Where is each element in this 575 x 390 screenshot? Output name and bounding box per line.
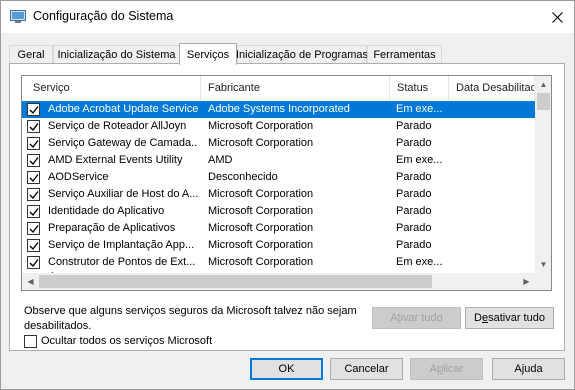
system-config-window: Configuração do Sistema Geral Inicializa… (0, 0, 575, 390)
service-status: Parado (396, 205, 432, 217)
service-manufacturer: Microsoft Corporation (208, 137, 314, 149)
apply-button[interactable]: Ap licar (410, 358, 483, 380)
close-button[interactable] (544, 5, 570, 29)
tab-boot[interactable]: Inicialização do Sistema (53, 45, 180, 64)
service-enabled-checkbox[interactable] (27, 188, 40, 201)
service-date-disabled (449, 220, 533, 237)
services-panel: Serviço Fabricante Status Data Desabilit… (9, 63, 565, 351)
tab-general[interactable]: Geral (9, 45, 53, 64)
service-enabled-checkbox[interactable] (27, 120, 40, 133)
hide-microsoft-services-check[interactable] (24, 334, 37, 348)
service-name: AODService (48, 171, 109, 183)
service-status: Parado (396, 137, 432, 149)
titlebar: Configuração do Sistema (1, 1, 574, 33)
tab-tools[interactable]: Ferramentas (367, 45, 442, 64)
service-name: Identidade do Aplicativo (48, 205, 165, 217)
service-enabled-checkbox[interactable] (27, 171, 40, 184)
service-status: Em exe... (396, 256, 443, 268)
service-name: AMD External Events Utility (48, 154, 183, 166)
table-row[interactable]: AMD External Events Utility AMD Em exe... (22, 152, 535, 169)
table-row[interactable]: Adobe Acrobat Update Service Adobe System… (22, 101, 535, 118)
service-enabled-checkbox[interactable] (27, 222, 40, 235)
service-enabled-checkbox[interactable] (27, 154, 40, 167)
service-date-disabled (449, 135, 533, 152)
services-note: Observe que alguns serviços seguros da M… (24, 305, 357, 332)
service-manufacturer: Microsoft Corporation (208, 188, 314, 200)
service-name: Serviço Auxiliar de Host do A... (48, 188, 198, 200)
horizontal-scroll-thumb[interactable] (39, 275, 432, 288)
scroll-right-arrow-icon[interactable]: ▶ (518, 273, 535, 290)
service-name: Serviço Gateway de Camada... (48, 137, 198, 149)
scroll-up-arrow-icon[interactable]: ▲ (535, 76, 551, 93)
service-manufacturer: Microsoft Corporation (208, 120, 314, 132)
column-header-service[interactable]: Serviço (22, 76, 201, 100)
service-enabled-checkbox[interactable] (27, 205, 40, 218)
vertical-scroll-thumb[interactable] (537, 93, 550, 110)
ok-button[interactable]: OK (250, 358, 323, 380)
hide-microsoft-services-label: Ocultar todos os serviços Microsoft (41, 335, 213, 347)
horizontal-scrollbar[interactable]: ◀ ▶ (22, 273, 535, 290)
tab-startup[interactable]: Inicialização de Programas (236, 45, 368, 64)
column-header-manufacturer[interactable]: Fabricante (201, 76, 390, 100)
close-icon (551, 11, 563, 23)
table-row[interactable]: Identidade do Aplicativo Microsoft Corpor… (22, 203, 535, 220)
column-header-status[interactable]: Status (390, 76, 449, 100)
service-date-disabled (449, 237, 533, 254)
service-name: Construtor de Pontos de Ext... (48, 256, 196, 268)
tab-services[interactable]: Serviços (179, 43, 237, 65)
service-name: Preparação de Aplicativos (48, 222, 176, 234)
services-list[interactable]: Serviço Fabricante Status Data Desabilit… (21, 75, 552, 291)
disable-all-button[interactable]: De sativar tudo (465, 307, 554, 329)
help-button[interactable]: Aj uda (492, 358, 565, 380)
service-enabled-checkbox[interactable] (27, 239, 40, 252)
service-status: Parado (396, 120, 432, 132)
service-enabled-checkbox[interactable] (27, 256, 40, 269)
service-manufacturer: Desconhecido (208, 171, 278, 183)
service-status: Parado (396, 171, 432, 183)
service-manufacturer: Adobe Systems Incorporated (208, 103, 350, 115)
column-header-date-disabled[interactable]: Data Desabilitad (449, 76, 535, 100)
service-date-disabled (449, 203, 533, 220)
table-row[interactable]: AODService Desconhecido Parado (22, 169, 535, 186)
vertical-scrollbar[interactable]: ▲ ▼ (535, 76, 551, 273)
service-status: Parado (396, 222, 432, 234)
service-enabled-checkbox[interactable] (27, 137, 40, 150)
window-title: Configuração do Sistema (33, 9, 174, 23)
service-manufacturer: Microsoft Corporation (208, 222, 314, 234)
enable-all-button[interactable]: At ivar tudo (372, 307, 461, 329)
service-status: Em exe... (396, 103, 443, 115)
service-date-disabled (449, 254, 533, 271)
service-manufacturer: Microsoft Corporation (208, 256, 314, 268)
scroll-left-arrow-icon[interactable]: ◀ (22, 273, 39, 290)
table-row[interactable]: Serviço Auxiliar de Host do A... Microsof… (22, 186, 535, 203)
table-row[interactable]: Serviço de Implantação App... Microsoft C… (22, 237, 535, 254)
list-header: Serviço Fabricante Status Data Desabilit… (22, 76, 535, 100)
service-status: Em exe... (396, 154, 443, 166)
table-row[interactable]: Serviço de Roteador AllJoyn Microsoft Cor… (22, 118, 535, 135)
service-date-disabled (449, 169, 533, 186)
scroll-down-arrow-icon[interactable]: ▼ (535, 256, 551, 273)
service-date-disabled (449, 118, 533, 135)
service-status: Parado (396, 239, 432, 251)
service-status: Parado (396, 188, 432, 200)
service-enabled-checkbox[interactable] (27, 103, 40, 116)
service-manufacturer: Microsoft Corporation (208, 205, 314, 217)
service-name: Serviço de Implantação App... (48, 239, 195, 251)
scroll-corner (535, 273, 551, 290)
msconfig-icon (10, 10, 26, 24)
table-row[interactable]: Construtor de Pontos de Ext... Microsoft … (22, 254, 535, 271)
table-row[interactable]: Serviço Gateway de Camada... Microsoft Co… (22, 135, 535, 152)
service-name: Serviço de Roteador AllJoyn (48, 120, 187, 132)
service-name: Adobe Acrobat Update Service (48, 103, 198, 115)
table-row[interactable]: Preparação de Aplicativos Microsoft Corpo… (22, 220, 535, 237)
service-date-disabled (449, 152, 533, 169)
service-manufacturer: AMD (208, 154, 233, 166)
cancel-button[interactable]: Cancelar (330, 358, 403, 380)
service-date-disabled (449, 186, 533, 203)
tab-strip: Geral Inicialização do Sistema Serviços … (9, 43, 569, 65)
service-date-disabled (449, 101, 533, 118)
service-manufacturer: Microsoft Corporation (208, 239, 314, 251)
hide-microsoft-services-checkbox[interactable]: Ocultar todos os serviços Microsoft (24, 334, 212, 348)
